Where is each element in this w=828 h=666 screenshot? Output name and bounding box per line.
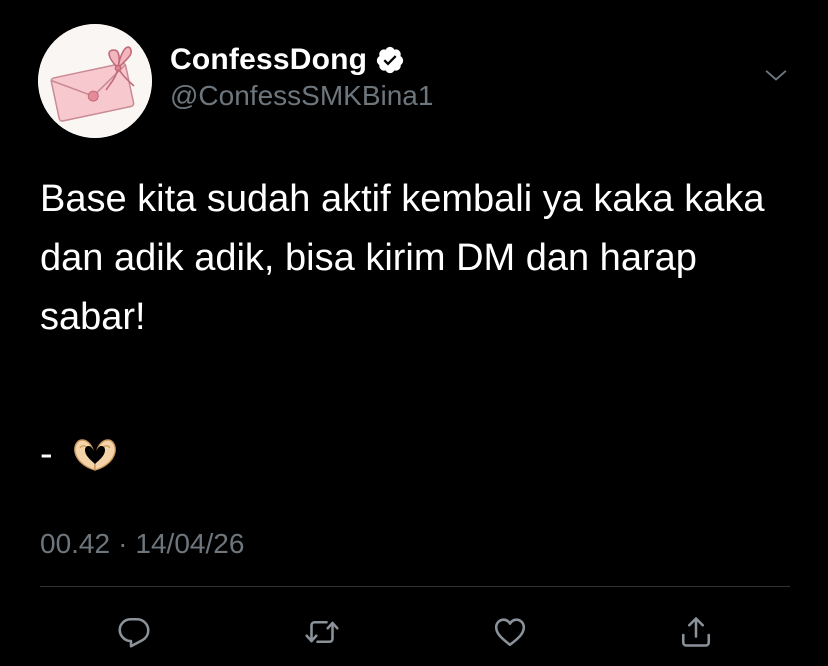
reply-icon: [118, 617, 150, 648]
heart-hands-emoji-icon: [71, 434, 119, 474]
like-button[interactable]: [490, 612, 530, 652]
heart-icon: [494, 618, 526, 647]
avatar[interactable]: [38, 24, 152, 138]
signature-line: -: [40, 432, 119, 476]
tweet-time: 00.42: [40, 528, 111, 559]
reply-button[interactable]: [114, 612, 154, 652]
retweet-icon: [305, 620, 339, 644]
chevron-down-icon: [765, 70, 787, 81]
tweet-text: Base kita sudah aktif kembali ya kaka ka…: [40, 178, 765, 338]
share-icon: [681, 617, 711, 647]
tweet-card: ConfessDong @ConfessSMKBina1 Base kita s…: [0, 0, 828, 666]
divider: [40, 586, 790, 587]
share-button[interactable]: [676, 612, 716, 652]
tweet-timestamp[interactable]: 00.42 · 14/04/26: [40, 528, 244, 560]
signature-dash: -: [40, 432, 53, 475]
envelope-avatar-icon: [38, 24, 152, 138]
tweet-date: 14/04/26: [135, 528, 245, 559]
more-options-button[interactable]: [762, 62, 790, 90]
retweet-button[interactable]: [302, 612, 342, 652]
user-handle[interactable]: @ConfessSMKBina1: [170, 80, 433, 112]
author-row: ConfessDong: [170, 40, 405, 80]
timestamp-separator: ·: [118, 528, 128, 559]
verified-badge-icon: [375, 45, 405, 75]
display-name[interactable]: ConfessDong: [170, 43, 367, 77]
